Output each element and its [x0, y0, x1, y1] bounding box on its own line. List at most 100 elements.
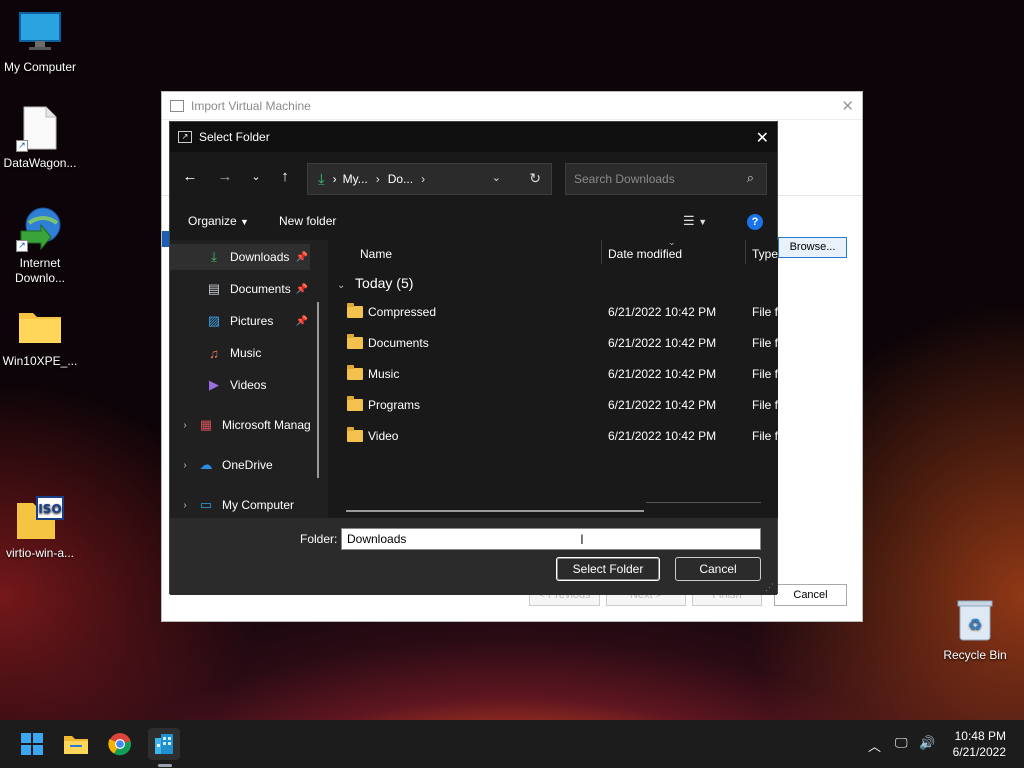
desktop-icon-recycle-bin[interactable]: ♻ Recycle Bin: [935, 596, 1015, 663]
desktop-icon-internet-download-manager[interactable]: ↗ Internet Downlo...: [0, 204, 80, 286]
recent-locations-chevron-icon[interactable]: ⌄: [246, 170, 266, 183]
expand-chevron-icon[interactable]: ›: [178, 500, 192, 511]
expand-chevron-icon[interactable]: ›: [178, 420, 192, 431]
file-explorer-taskbar-button[interactable]: [60, 728, 92, 760]
folder-icon: [347, 427, 363, 442]
table-row[interactable]: Compressed 6/21/2022 10:42 PM File fo: [330, 300, 778, 326]
chrome-icon: [108, 733, 132, 756]
column-header-type[interactable]: Type: [752, 247, 778, 261]
nav-item-downloads[interactable]: ⤓ Downloads 📌: [170, 244, 310, 270]
column-divider[interactable]: [745, 240, 746, 264]
row-type: File fo: [752, 336, 778, 350]
close-icon[interactable]: ✕: [756, 128, 769, 148]
network-icon[interactable]: 🖵: [895, 736, 908, 751]
folder-icon: [347, 334, 363, 349]
import-vm-cancel-button[interactable]: Cancel: [774, 584, 847, 606]
row-date: 6/21/2022 10:42 PM: [608, 336, 717, 350]
download-icon: ⤓: [211, 249, 217, 264]
desktop-icon-label: Internet Downlo...: [14, 256, 66, 285]
nav-item-microsoft-management[interactable]: › ▦ Microsoft Manag: [170, 412, 315, 438]
shortcut-arrow-icon: ↗: [16, 240, 28, 252]
cloud-icon: ☁: [199, 457, 213, 472]
resize-grip-icon[interactable]: ⋰: [765, 582, 774, 593]
nav-item-videos[interactable]: ▶ Videos: [170, 372, 310, 398]
management-console-icon: ▦: [199, 417, 213, 432]
document-icon: ▤: [207, 281, 221, 296]
search-input[interactable]: Search Downloads ⌕: [565, 163, 767, 195]
navigation-pane-scrollbar[interactable]: [317, 302, 319, 478]
volume-icon[interactable]: 🔊: [919, 736, 935, 751]
navigation-bar: ← → ⌄ ↑ ⤓ › My... › Do... › ⌄ ↻ Search D…: [170, 160, 777, 196]
nav-item-music[interactable]: ♫ Music: [170, 340, 310, 366]
download-icon: ⤓: [318, 170, 325, 188]
virtual-machine-app-taskbar-button[interactable]: [148, 728, 180, 760]
table-row[interactable]: Documents 6/21/2022 10:42 PM File fo: [330, 331, 778, 357]
collapse-chevron-icon: ⌄: [337, 280, 346, 291]
windows-logo-icon: [21, 733, 43, 755]
import-vm-close-icon[interactable]: ✕: [841, 97, 854, 115]
organize-button[interactable]: Organize ▼: [188, 214, 249, 228]
breadcrumb-my-computer[interactable]: My...: [343, 172, 368, 186]
clock-date: 6/21/2022: [952, 745, 1006, 759]
start-button[interactable]: [16, 728, 48, 760]
desktop-icon-label: Recycle Bin: [943, 648, 1007, 662]
monitor-icon: ▭: [199, 497, 213, 512]
table-row[interactable]: Video 6/21/2022 10:42 PM File fo: [330, 424, 778, 450]
horizontal-scrollbar[interactable]: [346, 510, 644, 512]
folder-name-input[interactable]: Downloads: [341, 528, 761, 550]
row-name: Documents: [368, 336, 429, 350]
column-divider[interactable]: [601, 240, 602, 264]
view-options-button[interactable]: ☰ ▼: [683, 213, 707, 229]
breadcrumb-downloads[interactable]: Do...: [388, 172, 413, 186]
pin-icon[interactable]: 📌: [296, 316, 308, 327]
new-folder-button[interactable]: New folder: [279, 214, 336, 228]
browse-button[interactable]: Browse...: [778, 237, 847, 258]
cancel-button[interactable]: Cancel: [675, 557, 761, 581]
sort-chevron-icon: ⌄: [668, 240, 676, 247]
chevron-down-icon[interactable]: ⌄: [492, 171, 501, 184]
pin-icon[interactable]: 📌: [296, 284, 308, 295]
column-header-date-modified[interactable]: Date modified: [608, 247, 682, 261]
desktop-icon-win10xpe[interactable]: Win10XPE_...: [0, 302, 80, 369]
row-name: Music: [368, 367, 400, 381]
pin-icon[interactable]: 📌: [296, 252, 308, 263]
nav-item-label: Downloads: [230, 250, 290, 264]
nav-item-my-computer[interactable]: › ▭ My Computer: [170, 492, 310, 518]
system-clock[interactable]: 10:48 PM 6/21/2022: [953, 728, 1006, 760]
nav-item-documents[interactable]: ▤ Documents 📌: [170, 276, 310, 302]
refresh-icon[interactable]: ↻: [529, 170, 541, 187]
table-row[interactable]: Programs 6/21/2022 10:42 PM File fo: [330, 393, 778, 419]
search-icon[interactable]: ⌕: [747, 170, 754, 186]
desktop-icon-virtio-win[interactable]: ISO virtio-win-a...: [0, 494, 80, 561]
nav-item-label: My Computer: [222, 498, 295, 512]
file-icon: ↗: [0, 104, 80, 152]
group-header-today[interactable]: ⌄ Today (5): [337, 275, 413, 291]
clock-time: 10:48 PM: [954, 729, 1006, 743]
table-row[interactable]: Music 6/21/2022 10:42 PM File fo: [330, 362, 778, 388]
expand-chevron-icon[interactable]: ›: [178, 460, 192, 471]
nav-item-onedrive[interactable]: › ☁ OneDrive: [170, 452, 310, 478]
nav-item-label: Documents: [230, 282, 291, 296]
desktop-icon-my-computer[interactable]: My Computer: [0, 8, 80, 75]
row-date: 6/21/2022 10:42 PM: [608, 305, 717, 319]
show-hidden-icons-chevron-icon[interactable]: ︿: [868, 736, 881, 755]
folder-icon: [64, 736, 88, 754]
address-bar[interactable]: ⤓ › My... › Do... › ⌄ ↻: [307, 163, 552, 195]
nav-item-label: Pictures: [230, 314, 274, 328]
search-placeholder: Search Downloads: [574, 172, 675, 186]
column-header-name[interactable]: Name: [360, 247, 392, 261]
help-icon[interactable]: ?: [747, 214, 763, 230]
group-label: Today (5): [355, 275, 414, 291]
row-date: 6/21/2022 10:42 PM: [608, 398, 717, 412]
select-folder-button[interactable]: Select Folder: [556, 557, 660, 581]
back-arrow-icon[interactable]: ←: [180, 168, 200, 185]
import-vm-title: Import Virtual Machine: [191, 98, 311, 113]
scrollbar-track: [646, 502, 761, 503]
desktop-icon-datawagon[interactable]: ↗ DataWagon...: [0, 104, 80, 171]
forward-arrow-icon[interactable]: →: [215, 168, 235, 185]
video-icon: ▶: [209, 377, 219, 392]
folder-icon: [347, 396, 363, 411]
nav-item-pictures[interactable]: ▨ Pictures 📌: [170, 308, 310, 334]
chrome-taskbar-button[interactable]: [104, 728, 136, 760]
up-arrow-icon[interactable]: ↑: [275, 168, 295, 185]
